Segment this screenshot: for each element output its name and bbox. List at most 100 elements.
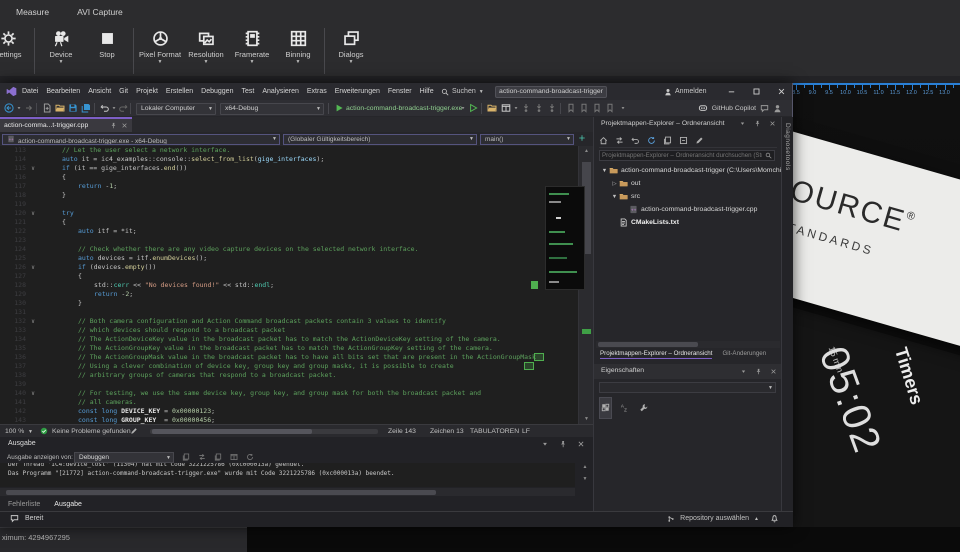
menu-erweiterungen[interactable]: Erweiterungen (335, 88, 380, 95)
fold-arrow-icon[interactable]: ∨ (26, 317, 40, 326)
scroll-up-icon[interactable]: ▲ (579, 148, 594, 154)
code-line[interactable]: 113// Let the user select a network inte… (0, 146, 578, 155)
open-folder-icon[interactable] (55, 103, 65, 113)
properties-object-dropdown[interactable]: ▼ (599, 382, 776, 393)
save-icon[interactable] (68, 103, 78, 113)
code-line[interactable]: 134// The ActionDeviceKey value in the b… (0, 335, 578, 344)
cam-tab-avi-capture[interactable]: AVI Capture (77, 7, 123, 17)
navigate-forward-icon[interactable] (24, 103, 34, 113)
cam-button-framerate[interactable]: Framerate▼ (229, 26, 275, 64)
fold-arrow-icon[interactable]: ∨ (26, 389, 40, 398)
code-line[interactable]: 118} (0, 191, 578, 200)
code-line[interactable]: 114auto it = ic4_examples::console::sele… (0, 155, 578, 164)
function-dropdown[interactable]: main() ▼ (480, 134, 574, 145)
new-project-icon[interactable] (42, 103, 52, 113)
step-over-icon[interactable] (534, 103, 544, 113)
cam-button-dialogs[interactable]: Dialogs▼ (328, 26, 374, 64)
output-vertical-scrollbar[interactable]: ▲▼ (580, 464, 590, 488)
step-into-icon[interactable] (521, 103, 531, 113)
code-line[interactable]: 143const long GROUP_KEY = 0x00000456; (0, 416, 578, 424)
clock-icon[interactable] (246, 453, 254, 461)
tree-item-cmakelists-txt[interactable]: CMakeLists.txt (594, 216, 782, 229)
code-line[interactable]: 137// Using a clever combination of devi… (0, 362, 578, 371)
scope-dropdown[interactable]: (Globaler Gültigkeitsbereich) ▼ (283, 134, 477, 145)
startup-item-label[interactable]: action-command-broadcast-trigger.exe (346, 105, 462, 112)
code-line[interactable]: 120∨try (0, 209, 578, 218)
bell-icon[interactable] (770, 514, 779, 523)
menu-fenster[interactable]: Fenster (388, 88, 412, 95)
plus-icon[interactable] (578, 134, 586, 142)
start-without-debugging-icon[interactable] (468, 103, 478, 113)
code-line[interactable]: 142const long DEVICE_KEY = 0x00000123; (0, 407, 578, 416)
feedback-bubble-icon[interactable] (10, 514, 19, 523)
navigate-back-icon[interactable] (4, 103, 14, 113)
switch-views-icon[interactable] (615, 136, 624, 145)
feedback-bubble-icon[interactable] (760, 104, 769, 113)
collapse-all-icon[interactable] (679, 136, 688, 145)
word-wrap-icon[interactable] (198, 453, 206, 461)
start-debugging-icon[interactable] (334, 103, 344, 113)
pin-icon[interactable] (110, 122, 117, 129)
eol-indicator[interactable]: LF (522, 428, 530, 435)
code-line[interactable]: 129return -2; (0, 290, 578, 299)
code-line[interactable]: 116{ (0, 173, 578, 182)
explorer-tab-git-nderungen[interactable]: Git-Änderungen (722, 350, 766, 359)
home-icon[interactable] (599, 136, 608, 145)
close-icon[interactable] (577, 440, 585, 448)
output-source-dropdown[interactable]: Debuggen ▼ (74, 452, 174, 463)
code-line[interactable]: 124// Check whether there are any video … (0, 245, 578, 254)
maximize-icon[interactable] (752, 87, 761, 96)
bookmark-list-icon[interactable] (592, 103, 602, 113)
bookmark-prev-icon[interactable] (566, 103, 576, 113)
code-line[interactable]: 132∨// Both camera configuration and Act… (0, 317, 578, 326)
menu-extras[interactable]: Extras (307, 88, 327, 95)
pin-icon[interactable] (754, 120, 761, 127)
cam-button-resolution[interactable]: Resolution▼ (183, 26, 229, 64)
pin-icon[interactable] (559, 440, 567, 448)
menu-ansicht[interactable]: Ansicht (88, 88, 111, 95)
pencil-icon[interactable] (130, 427, 138, 435)
alphabetical-button[interactable]: AZ (618, 397, 631, 419)
copy-output-icon[interactable] (214, 453, 222, 461)
zoom-level[interactable]: 100 % (5, 428, 24, 435)
explorer-horizontal-scrollbar[interactable] (596, 341, 780, 348)
code-line[interactable]: 136// The ActionGroupMask value in the b… (0, 353, 578, 362)
menu-projekt[interactable]: Projekt (136, 88, 158, 95)
code-line[interactable]: 135// The ActionGroupKey value in the br… (0, 344, 578, 353)
code-line[interactable]: 139 (0, 380, 578, 389)
code-line[interactable]: 122auto itf = *it; (0, 227, 578, 236)
pencil-icon[interactable] (695, 136, 704, 145)
editor-tab-active[interactable]: action-comma...t-trigger.cpp (0, 117, 132, 132)
output-horizontal-scrollbar[interactable] (0, 488, 575, 496)
code-line[interactable]: 128std::cerr << "No devices found!" << s… (0, 281, 578, 290)
tree-expander-icon[interactable]: ▼ (610, 194, 619, 200)
editor-horizontal-scrollbar[interactable] (150, 429, 378, 434)
quick-search[interactable]: Suchen ▼ (441, 83, 484, 100)
property-pages-button[interactable] (637, 397, 650, 419)
configuration-dropdown[interactable]: x64-Debug▼ (220, 103, 324, 115)
menu-analysieren[interactable]: Analysieren (262, 88, 299, 95)
menu-test[interactable]: Test (241, 88, 254, 95)
debug-target-dropdown[interactable]: Lokaler Computer▼ (136, 103, 216, 115)
cam-button-device[interactable]: Device▼ (38, 26, 84, 64)
code-line[interactable]: 121{ (0, 218, 578, 227)
caret-down-icon[interactable] (541, 440, 549, 448)
categorized-button[interactable] (599, 397, 612, 419)
scroll-down-icon[interactable]: ▼ (579, 416, 594, 422)
code-editor[interactable]: 113// Let the user select a network inte… (0, 146, 578, 424)
minimize-icon[interactable] (727, 87, 736, 96)
tree-item-out[interactable]: ▷out (594, 177, 782, 190)
close-icon[interactable] (770, 368, 777, 375)
select-repository-button[interactable]: Repository auswählen (680, 515, 749, 522)
menu-datei[interactable]: Datei (22, 88, 38, 95)
search-input[interactable] (602, 151, 762, 160)
clear-all-icon[interactable] (182, 453, 190, 461)
cam-tab-measure[interactable]: Measure (16, 7, 49, 17)
undo-icon[interactable] (631, 136, 640, 145)
code-line[interactable]: 126∨if (devices.empty()) (0, 263, 578, 272)
output-log[interactable]: Der Thread 'IC4:device_lost' (11304) hat… (0, 463, 575, 487)
caret-down-icon[interactable] (740, 368, 747, 375)
fold-arrow-icon[interactable]: ∨ (26, 263, 40, 272)
save-all-icon[interactable] (81, 103, 91, 113)
menu-bearbeiten[interactable]: Bearbeiten (46, 88, 80, 95)
